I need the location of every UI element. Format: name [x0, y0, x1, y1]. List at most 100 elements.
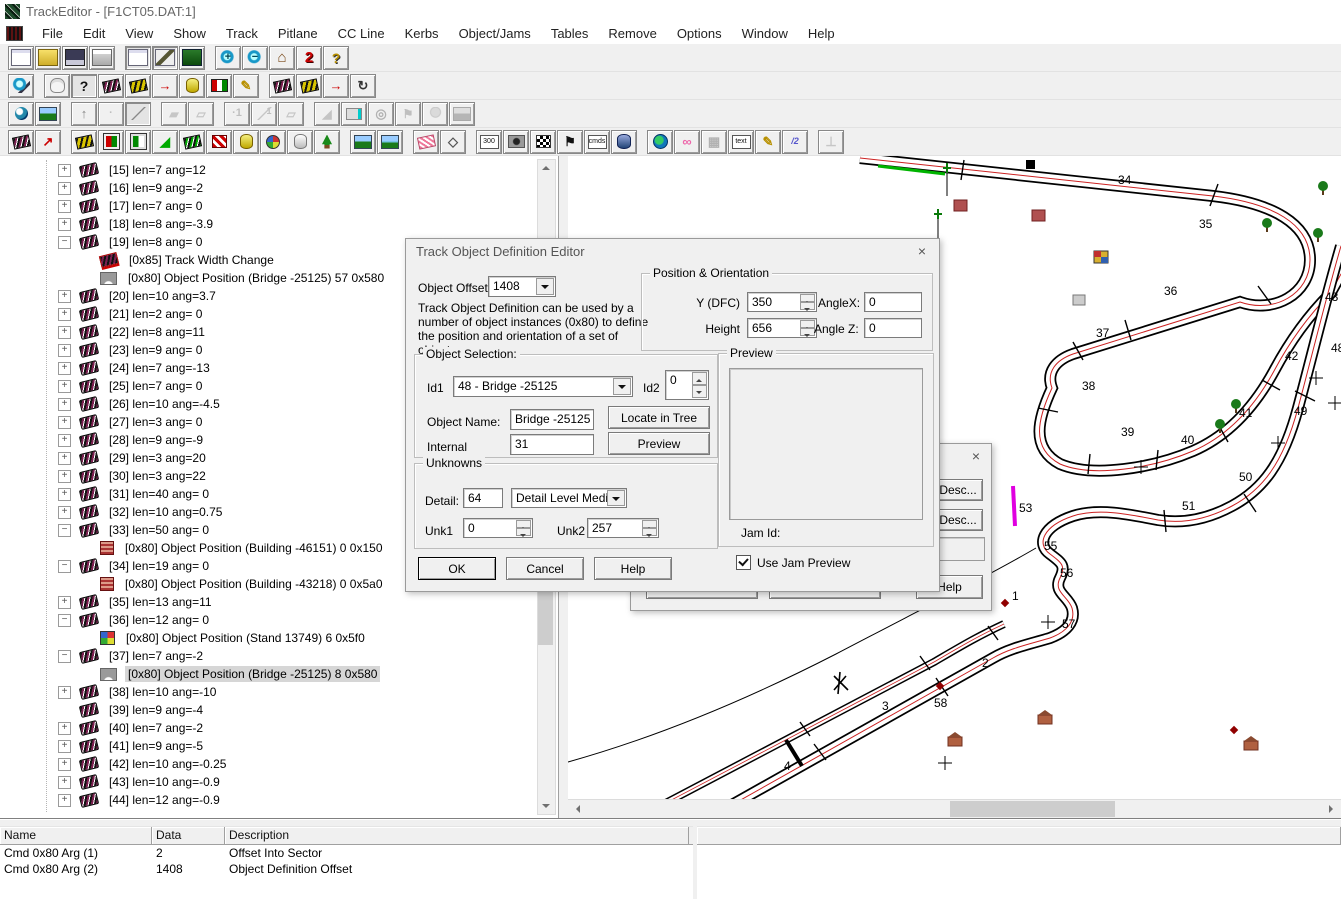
globe-button[interactable]	[647, 130, 673, 154]
expand-icon[interactable]: +	[58, 794, 71, 807]
jam-pot-button[interactable]	[611, 130, 637, 154]
sector-add-button[interactable]	[125, 74, 151, 98]
menu-item-view[interactable]: View	[115, 24, 163, 43]
spin-up-icon[interactable]	[800, 294, 815, 302]
expand-icon[interactable]: +	[58, 740, 71, 753]
cylinder-yellow-button[interactable]	[233, 130, 259, 154]
ok-button[interactable]: OK	[418, 557, 496, 580]
desc-button-2[interactable]: Desc...	[933, 509, 983, 531]
expand-icon[interactable]: +	[58, 758, 71, 771]
sector-signs-button[interactable]	[179, 130, 205, 154]
map-horizontal-scrollbar[interactable]	[568, 799, 1341, 818]
id2-spinner[interactable]: 0	[665, 370, 709, 400]
tree-item[interactable]: +[40] len=7 ang=-2	[0, 719, 536, 737]
scrollbar-thumb[interactable]	[950, 801, 1115, 817]
expand-icon[interactable]: +	[58, 488, 71, 501]
tree-item[interactable]: +[41] len=9 ang=-5	[0, 737, 536, 755]
spin-up-icon[interactable]	[642, 520, 657, 528]
chevron-down-icon[interactable]	[613, 378, 631, 395]
save-file-button[interactable]	[62, 46, 88, 70]
column-header-data[interactable]: Data	[152, 827, 225, 844]
tree-item[interactable]: −[37] len=7 ang=-2	[0, 647, 536, 665]
angle-z-field[interactable]: 0	[864, 318, 922, 338]
goto-sector-button[interactable]: →	[152, 74, 178, 98]
scroll-up-icon[interactable]	[538, 160, 553, 176]
expand-icon[interactable]: +	[58, 470, 71, 483]
cylinder-white-button[interactable]	[287, 130, 313, 154]
view-tools-button[interactable]	[152, 46, 178, 70]
tree-item[interactable]: +[16] len=9 ang=-2	[0, 179, 536, 197]
expand-icon[interactable]: +	[58, 416, 71, 429]
cmds-button[interactable]: cmds	[584, 130, 610, 154]
expand-icon[interactable]: +	[58, 506, 71, 519]
tree-item[interactable]: +[43] len=10 ang=-0.9	[0, 773, 536, 791]
table-row[interactable]: Cmd 0x80 Arg (1)2Offset Into Sector	[0, 845, 693, 861]
menu-item-show[interactable]: Show	[163, 24, 216, 43]
expand-icon[interactable]: +	[58, 434, 71, 447]
expand-icon[interactable]: +	[58, 200, 71, 213]
tree-item[interactable]: +[38] len=10 ang=-10	[0, 683, 536, 701]
camera-button[interactable]	[503, 130, 529, 154]
expand-icon[interactable]: +	[58, 380, 71, 393]
menu-item-window[interactable]: Window	[732, 24, 798, 43]
expand-icon[interactable]: +	[58, 398, 71, 411]
expand-icon[interactable]: +	[58, 308, 71, 321]
expand-icon[interactable]: +	[58, 362, 71, 375]
goto-sector-2-button[interactable]: →	[323, 74, 349, 98]
spin-down-icon[interactable]	[642, 528, 657, 536]
sector-hatched-button[interactable]	[413, 130, 439, 154]
gp2-mode-button[interactable]: 2	[296, 46, 322, 70]
spin-down-icon[interactable]	[516, 528, 531, 536]
track-piece-button[interactable]	[8, 130, 34, 154]
sector-edit-button[interactable]	[98, 74, 124, 98]
detail-field[interactable]: 64	[463, 488, 503, 508]
spin-down-icon[interactable]	[800, 302, 815, 310]
menu-item-options[interactable]: Options	[667, 24, 732, 43]
preview-button[interactable]: Preview	[608, 432, 710, 455]
ribbon-button[interactable]: ∞	[674, 130, 700, 154]
menu-item-file[interactable]: File	[32, 24, 73, 43]
tree-item[interactable]: +[44] len=12 ang=-0.9	[0, 791, 536, 809]
print-button[interactable]	[89, 46, 115, 70]
document-icon[interactable]	[6, 26, 23, 41]
y-dfc-spinner[interactable]: 350	[747, 292, 817, 312]
collapse-icon[interactable]: −	[58, 236, 71, 249]
close-icon[interactable]: ×	[967, 448, 985, 465]
tree-item[interactable]: [0x80] Object Position (Bridge -25125) 8…	[0, 665, 536, 683]
flag-red-white-button[interactable]	[206, 130, 232, 154]
zoom-out-button[interactable]: −	[242, 46, 268, 70]
unk2-spinner[interactable]: 257	[587, 518, 659, 538]
menu-item-kerbs[interactable]: Kerbs	[395, 24, 449, 43]
sphere-view-button[interactable]	[8, 102, 34, 126]
checker-flags-button[interactable]	[530, 130, 556, 154]
unk1-spinner[interactable]: 0	[463, 518, 533, 538]
ruler-pencil-button[interactable]: ✎	[755, 130, 781, 154]
collapse-icon[interactable]: −	[58, 560, 71, 573]
tree-item[interactable]: +[35] len=13 ang=11	[0, 593, 536, 611]
view-map-button[interactable]	[179, 46, 205, 70]
tree-item[interactable]: +[42] len=10 ang=-0.25	[0, 755, 536, 773]
sign-300-button[interactable]: 300	[476, 130, 502, 154]
checkbox-check-icon[interactable]	[736, 555, 751, 570]
spin-down-icon[interactable]	[692, 385, 707, 398]
pointer-arrow-button[interactable]: ↗	[35, 130, 61, 154]
expand-icon[interactable]: +	[58, 290, 71, 303]
menu-item-edit[interactable]: Edit	[73, 24, 115, 43]
expand-icon[interactable]: +	[58, 452, 71, 465]
collapse-icon[interactable]: −	[58, 524, 71, 537]
tree-item[interactable]: +[15] len=7 ang=12	[0, 161, 536, 179]
sector-prev-button[interactable]	[269, 74, 295, 98]
menu-item-help[interactable]: Help	[798, 24, 845, 43]
id1-combo[interactable]: 48 - Bridge -25125	[453, 376, 633, 397]
scroll-down-icon[interactable]	[538, 798, 553, 814]
sign-green-white-button[interactable]	[125, 130, 151, 154]
menu-item-track[interactable]: Track	[216, 24, 268, 43]
tree-item[interactable]: +[17] len=7 ang= 0	[0, 197, 536, 215]
new-file-button[interactable]	[8, 46, 34, 70]
expand-icon[interactable]: +	[58, 326, 71, 339]
context-help-button[interactable]: ?	[71, 74, 97, 98]
detail-level-combo[interactable]: Detail Level Mediu	[511, 488, 627, 508]
tree-item[interactable]: +[18] len=8 ang=-3.9	[0, 215, 536, 233]
scroll-right-icon[interactable]	[1323, 801, 1339, 817]
expand-icon[interactable]: +	[58, 722, 71, 735]
